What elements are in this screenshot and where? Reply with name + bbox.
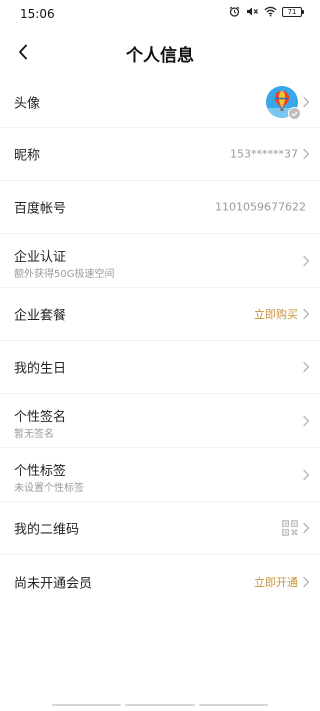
chevron-right-icon — [303, 308, 310, 320]
chevron-right-icon — [303, 576, 310, 587]
enterprise-cert-label: 企业认证 — [14, 250, 67, 265]
chevron-right-icon — [303, 255, 310, 266]
baidu-account-row: 百度帐号 1101059677622 — [0, 181, 320, 234]
enterprise-cert-row[interactable]: 企业认证 额外获得50G极速空间 — [0, 234, 320, 288]
membership-label: 尚未开通会员 — [14, 576, 93, 591]
nav-bar: 个人信息 — [0, 28, 320, 76]
nickname-row[interactable]: 昵称 153******37 — [0, 128, 320, 181]
enterprise-plan-label: 企业套餐 — [14, 308, 67, 324]
birthday-label: 我的生日 — [14, 361, 67, 377]
mute-icon — [247, 7, 258, 16]
page-title: 个人信息 — [126, 46, 194, 66]
chevron-right-icon — [303, 415, 310, 426]
enterprise-plan-row[interactable]: 企业套餐 立即购买 — [0, 288, 320, 341]
verified-check-icon — [288, 107, 301, 120]
baidu-account-label: 百度帐号 — [14, 201, 67, 217]
signature-row[interactable]: 个性签名 暂无签名 — [0, 394, 320, 448]
chevron-right-icon — [303, 361, 310, 373]
profile-list: 头像 昵称 153******37 百度帐号 1101059677622 企业认… — [0, 76, 320, 608]
tags-row[interactable]: 个性标签 未设置个性标签 — [0, 448, 320, 502]
open-membership-link[interactable]: 立即开通 — [254, 574, 298, 590]
nickname-label: 昵称 — [14, 148, 41, 164]
signature-label: 个性签名 — [14, 410, 67, 425]
avatar[interactable] — [266, 86, 301, 120]
status-bar: 15:06 71 — [0, 0, 320, 28]
membership-row[interactable]: 尚未开通会员 立即开通 — [0, 555, 320, 608]
signature-subtitle: 暂无签名 — [14, 429, 54, 440]
status-time: 15:06 — [20, 7, 55, 21]
qrcode-label: 我的二维码 — [14, 522, 80, 538]
tags-label: 个性标签 — [14, 464, 67, 479]
battery-icon: 71 — [282, 6, 304, 17]
enterprise-cert-subtitle: 额外获得50G极速空间 — [14, 269, 115, 280]
nickname-value: 153******37 — [230, 147, 298, 161]
chevron-right-icon — [303, 148, 310, 160]
chevron-right-icon — [303, 469, 310, 480]
alarm-icon — [229, 6, 240, 17]
buy-now-link[interactable]: 立即购买 — [254, 306, 298, 322]
baidu-account-value: 1101059677622 — [215, 200, 306, 214]
avatar-row[interactable]: 头像 — [0, 76, 320, 128]
tags-subtitle: 未设置个性标签 — [14, 483, 84, 494]
avatar-label: 头像 — [14, 96, 41, 111]
home-indicator — [52, 704, 268, 706]
qrcode-row[interactable]: 我的二维码 — [0, 502, 320, 555]
status-icons: 71 — [229, 6, 304, 17]
qr-code-icon — [282, 520, 298, 536]
chevron-right-icon — [303, 522, 310, 534]
wifi-icon — [264, 6, 277, 17]
birthday-row[interactable]: 我的生日 — [0, 341, 320, 394]
chevron-right-icon — [303, 96, 310, 107]
